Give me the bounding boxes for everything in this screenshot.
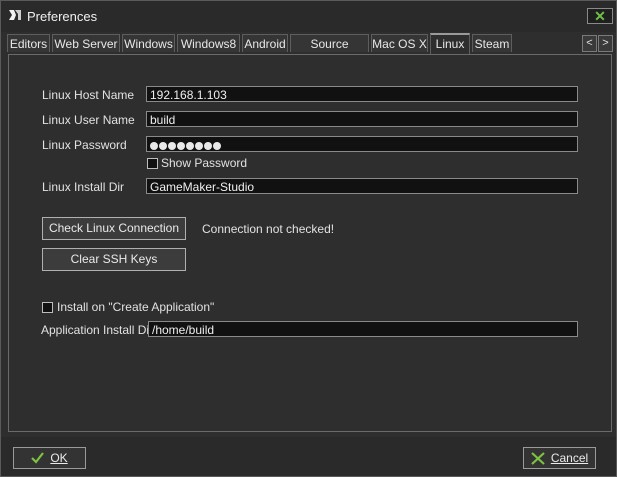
- preferences-window: Preferences ✕ Editors Web Server Windows…: [0, 0, 617, 477]
- dialog-button-bar: OK Cancel: [1, 437, 616, 476]
- cancel-label: Cancel: [550, 451, 589, 465]
- password-mask-dot: [150, 142, 158, 150]
- host-name-label: Linux Host Name: [42, 88, 135, 102]
- tab-mac-os-x[interactable]: Mac OS X: [371, 34, 428, 52]
- chevron-left-icon: <: [586, 37, 593, 49]
- linux-settings-panel: Linux Host Name 192.168.1.103 Linux User…: [8, 54, 612, 432]
- connection-status-text: Connection not checked!: [202, 222, 335, 236]
- password-mask-dot: [204, 142, 212, 150]
- tab-label: Windows8: [180, 37, 237, 51]
- app-install-dir-label: Application Install Dir: [41, 323, 154, 337]
- tab-label: Steam: [474, 37, 510, 51]
- install-dir-input[interactable]: GameMaker-Studio: [146, 178, 578, 194]
- tab-label: Editors: [9, 37, 48, 51]
- tab-editors[interactable]: Editors: [7, 34, 50, 52]
- window-title: Preferences: [27, 9, 98, 24]
- tab-windows[interactable]: Windows: [122, 34, 175, 52]
- gamemaker-logo-icon: [7, 7, 23, 23]
- tab-scroll-right-button[interactable]: >: [598, 35, 613, 52]
- password-input[interactable]: [146, 136, 578, 152]
- tab-linux[interactable]: Linux: [430, 33, 470, 54]
- clear-ssh-keys-button[interactable]: Clear SSH Keys: [42, 248, 186, 271]
- ok-label: OK: [50, 451, 68, 465]
- password-mask-dot: [213, 142, 221, 150]
- tab-steam[interactable]: Steam: [472, 34, 512, 52]
- user-name-label: Linux User Name: [42, 113, 135, 127]
- password-mask-dot: [186, 142, 194, 150]
- install-dir-label: Linux Install Dir: [42, 180, 125, 194]
- tab-windows8[interactable]: Windows8: [177, 34, 240, 52]
- host-name-input[interactable]: 192.168.1.103: [146, 86, 578, 102]
- tab-scroll-left-button[interactable]: <: [582, 35, 597, 52]
- tab-strip: Editors Web Server Windows Windows8 Andr…: [7, 33, 607, 69]
- password-mask-dot: [159, 142, 167, 150]
- check-linux-connection-button[interactable]: Check Linux Connection: [42, 217, 186, 240]
- check-icon: [31, 452, 45, 464]
- cancel-button[interactable]: Cancel: [523, 447, 596, 469]
- tab-android[interactable]: Android: [242, 34, 288, 52]
- user-name-input[interactable]: build: [146, 111, 578, 127]
- install-on-create-label: Install on "Create Application": [57, 300, 215, 314]
- show-password-checkbox[interactable]: [147, 158, 158, 169]
- tab-label: Linux: [435, 37, 465, 51]
- tab-label: Mac OS X: [372, 37, 427, 51]
- tab-label: Windows: [124, 37, 173, 51]
- close-icon: ✕: [594, 8, 606, 24]
- password-mask-dot: [168, 142, 176, 150]
- tab-source-control[interactable]: Source Control: [290, 34, 369, 69]
- password-label: Linux Password: [42, 138, 127, 152]
- tab-label: Web Server: [54, 37, 118, 51]
- title-bar: Preferences ✕: [1, 1, 616, 32]
- password-mask-dot: [177, 142, 185, 150]
- tab-web-server[interactable]: Web Server: [52, 34, 120, 52]
- show-password-label: Show Password: [161, 156, 248, 170]
- ok-button[interactable]: OK: [13, 447, 86, 469]
- install-on-create-checkbox[interactable]: [42, 302, 53, 313]
- password-mask-dot: [195, 142, 203, 150]
- app-install-dir-input[interactable]: /home/build: [148, 321, 578, 337]
- close-button[interactable]: ✕: [587, 8, 613, 24]
- cancel-x-icon: [531, 451, 545, 465]
- chevron-right-icon: >: [602, 37, 609, 49]
- tab-label: Android: [244, 37, 286, 51]
